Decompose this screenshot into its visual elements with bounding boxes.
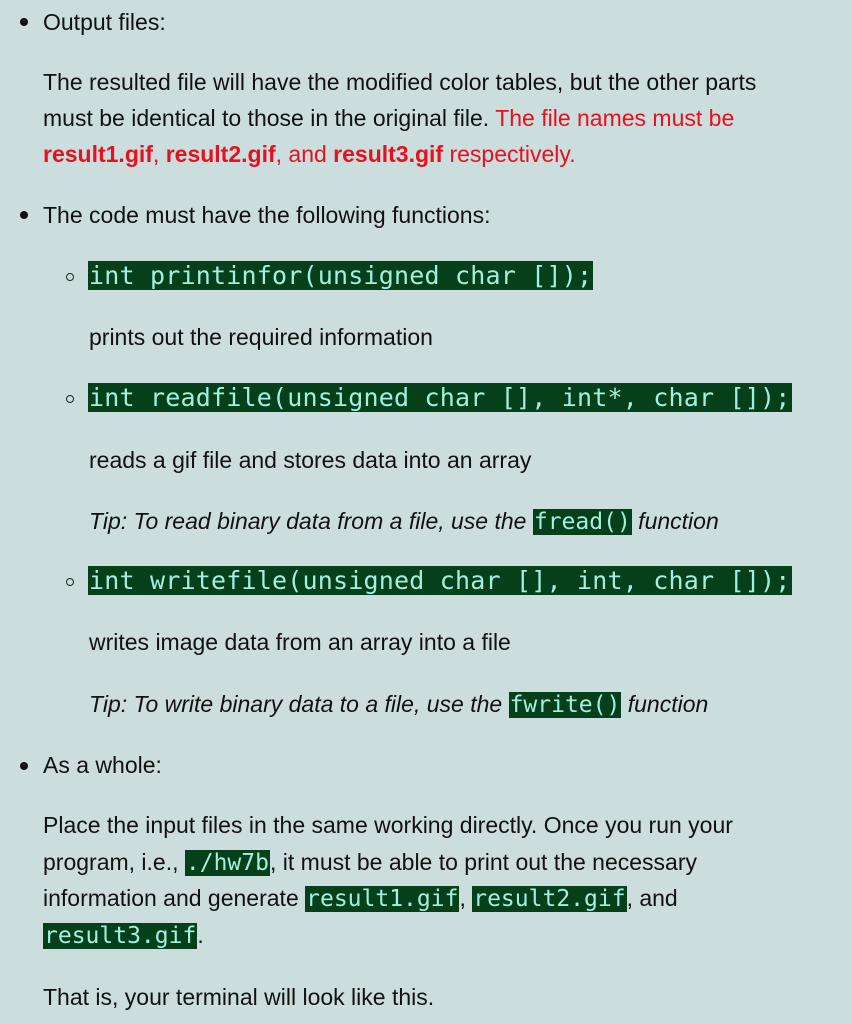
tail-text: respectively. [443, 141, 576, 167]
code-fread: fread() [532, 509, 632, 535]
separator: , and [626, 885, 678, 911]
text: program, i.e., [43, 849, 185, 875]
output-files-para-line2: must be identical to those in the origin… [43, 100, 734, 136]
tip-writefile: Tip: To write binary data to a file, use… [89, 686, 708, 723]
text: information and generate [43, 885, 306, 911]
text: , it must be able to print out the neces… [269, 849, 697, 875]
function-description-printinfor: prints out the required information [89, 324, 433, 350]
code-printinfor: int printinfor(unsigned char []); [88, 261, 594, 290]
tip-text: Tip: To read binary data from a file, us… [89, 508, 533, 534]
para-text: must be identical to those in the origin… [43, 105, 496, 131]
function-description-writefile: writes image data from an array into a f… [89, 629, 511, 655]
heading-functions: The code must have the following functio… [43, 202, 491, 228]
as-a-whole-line3: information and generate result1.gif, re… [43, 880, 678, 917]
closing-text: That is, your terminal will look like th… [43, 984, 435, 1010]
code-writefile: int writefile(unsigned char [], int, cha… [88, 566, 792, 595]
bullet-icon [20, 211, 28, 219]
period: . [197, 922, 204, 948]
separator: , [459, 885, 473, 911]
tip-text: function [621, 691, 709, 717]
filename-result1: result1.gif [43, 141, 153, 167]
required-names-notice: The file names must be [495, 105, 735, 131]
code-result2: result2.gif [472, 886, 627, 912]
as-a-whole-line4: result3.gif. [43, 917, 204, 954]
code-fwrite: fwrite() [508, 692, 622, 718]
heading-output-files: Output files: [43, 9, 166, 35]
code-result1: result1.gif [305, 886, 460, 912]
circle-bullet-icon [66, 395, 74, 403]
filename-result2: result2.gif [165, 141, 276, 167]
tip-text: Tip: To write binary data to a file, use… [89, 691, 509, 717]
output-files-para-line1: The resulted file will have the modified… [43, 69, 757, 95]
circle-bullet-icon [66, 578, 74, 586]
tip-readfile: Tip: To read binary data from a file, us… [89, 503, 719, 540]
filename-result3: result3.gif [333, 141, 444, 167]
bullet-icon [20, 18, 28, 26]
circle-bullet-icon [66, 273, 74, 281]
code-result3: result3.gif [43, 923, 198, 949]
heading-as-a-whole: As a whole: [43, 752, 162, 778]
function-signature-readfile: int readfile(unsigned char [], int*, cha… [88, 382, 792, 414]
output-files-para-line3: result1.gif, result2.gif, and result3.gi… [43, 136, 576, 172]
separator: , and [275, 141, 334, 167]
bullet-icon [20, 762, 28, 770]
function-signature-printinfor: int printinfor(unsigned char []); [88, 260, 594, 292]
function-description-readfile: reads a gif file and stores data into an… [89, 447, 532, 473]
as-a-whole-line2: program, i.e., ./hw7b, it must be able t… [43, 844, 697, 881]
function-signature-writefile: int writefile(unsigned char [], int, cha… [88, 565, 792, 597]
code-hw7b: ./hw7b [184, 850, 270, 876]
as-a-whole-line1: Place the input files in the same workin… [43, 812, 733, 838]
code-readfile: int readfile(unsigned char [], int*, cha… [88, 383, 792, 412]
tip-text: function [631, 508, 719, 534]
separator: , [152, 141, 166, 167]
